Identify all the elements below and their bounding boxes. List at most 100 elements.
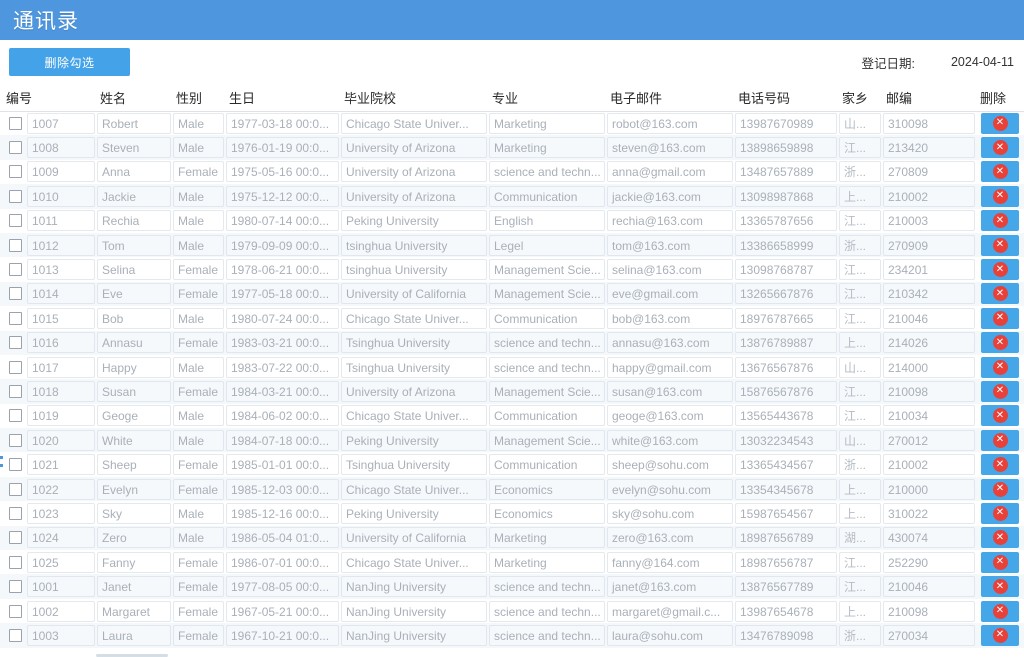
phone-field[interactable]: 13365434567 — [735, 454, 837, 476]
email-field[interactable]: jackie@163.com — [607, 185, 733, 207]
email-field[interactable]: janet@163.com — [607, 576, 733, 598]
major-field[interactable]: Communication — [489, 454, 605, 476]
row-checkbox[interactable] — [9, 189, 22, 203]
delete-checked-button[interactable]: 删除勾选 — [9, 48, 130, 76]
hometown-field[interactable]: 江... — [839, 259, 881, 281]
phone-field[interactable]: 15987654567 — [735, 502, 837, 524]
birthday-field[interactable]: 1979-09-09 00:0... — [226, 234, 339, 256]
birthday-field[interactable]: 1976-01-19 00:0... — [226, 137, 339, 159]
phone-field[interactable]: 13098768787 — [735, 259, 837, 281]
delete-row-button[interactable]: ✕ — [981, 502, 1019, 524]
row-checkbox[interactable] — [9, 336, 22, 350]
email-field[interactable]: robot@163.com — [607, 112, 733, 134]
id-field[interactable]: 1017 — [27, 356, 95, 378]
delete-row-button[interactable]: ✕ — [981, 161, 1019, 183]
gender-field[interactable]: Female — [173, 600, 224, 622]
birthday-field[interactable]: 1980-07-14 00:0... — [226, 210, 339, 232]
delete-row-button[interactable]: ✕ — [981, 137, 1019, 159]
birthday-field[interactable]: 1975-05-16 00:0... — [226, 161, 339, 183]
row-checkbox[interactable] — [9, 531, 22, 545]
row-checkbox[interactable] — [9, 238, 22, 252]
delete-row-button[interactable]: ✕ — [981, 356, 1019, 378]
gender-field[interactable]: Male — [173, 429, 224, 451]
school-field[interactable]: tsinghua University — [341, 259, 487, 281]
hometown-field[interactable]: 山... — [839, 429, 881, 451]
gender-field[interactable]: Female — [173, 161, 224, 183]
col-header-school[interactable]: 毕业院校 — [340, 84, 488, 112]
email-field[interactable]: sky@sohu.com — [607, 502, 733, 524]
birthday-field[interactable]: 1983-07-22 00:0... — [226, 356, 339, 378]
hometown-field[interactable]: 上... — [839, 332, 881, 354]
birthday-field[interactable]: 1984-03-21 00:0... — [226, 380, 339, 402]
email-field[interactable]: fanny@164.com — [607, 551, 733, 573]
hometown-field[interactable]: 江... — [839, 307, 881, 329]
major-field[interactable]: Communication — [489, 405, 605, 427]
gender-field[interactable]: Male — [173, 405, 224, 427]
name-field[interactable]: Annasu — [97, 332, 171, 354]
id-field[interactable]: 1018 — [27, 380, 95, 402]
major-field[interactable]: science and techn... — [489, 624, 605, 646]
phone-field[interactable]: 13987670989 — [735, 112, 837, 134]
gender-field[interactable]: Male — [173, 356, 224, 378]
name-field[interactable]: Eve — [97, 283, 171, 305]
email-field[interactable]: geoge@163.com — [607, 405, 733, 427]
email-field[interactable]: sheep@sohu.com — [607, 454, 733, 476]
zip-field[interactable]: 210342 — [883, 283, 975, 305]
birthday-field[interactable]: 1985-12-03 00:0... — [226, 478, 339, 500]
school-field[interactable]: Chicago State Univer... — [341, 307, 487, 329]
gender-field[interactable]: Male — [173, 234, 224, 256]
email-field[interactable]: happy@gmail.com — [607, 356, 733, 378]
zip-field[interactable]: 210046 — [883, 576, 975, 598]
zip-field[interactable]: 252290 — [883, 551, 975, 573]
email-field[interactable]: margaret@gmail.c... — [607, 600, 733, 622]
delete-row-button[interactable]: ✕ — [981, 259, 1019, 281]
col-header-hometown[interactable]: 家乡 — [838, 84, 882, 112]
major-field[interactable]: Management Scie... — [489, 429, 605, 451]
gender-field[interactable]: Female — [173, 259, 224, 281]
delete-row-button[interactable]: ✕ — [981, 527, 1019, 549]
zip-field[interactable]: 430074 — [883, 527, 975, 549]
hometown-field[interactable]: 山... — [839, 356, 881, 378]
gender-field[interactable]: Male — [173, 210, 224, 232]
birthday-field[interactable]: 1980-07-24 00:0... — [226, 307, 339, 329]
delete-row-button[interactable]: ✕ — [981, 210, 1019, 232]
name-field[interactable]: Sheep — [97, 454, 171, 476]
delete-row-button[interactable]: ✕ — [981, 283, 1019, 305]
row-checkbox[interactable] — [9, 384, 22, 398]
birthday-field[interactable]: 1977-05-18 00:0... — [226, 283, 339, 305]
major-field[interactable]: Management Scie... — [489, 259, 605, 281]
phone-field[interactable]: 13898659898 — [735, 137, 837, 159]
id-field[interactable]: 1002 — [27, 600, 95, 622]
major-field[interactable]: Marketing — [489, 527, 605, 549]
id-field[interactable]: 1022 — [27, 478, 95, 500]
hometown-field[interactable]: 江... — [839, 405, 881, 427]
gender-field[interactable]: Female — [173, 332, 224, 354]
email-field[interactable]: zero@163.com — [607, 527, 733, 549]
major-field[interactable]: Marketing — [489, 137, 605, 159]
gender-field[interactable]: Female — [173, 454, 224, 476]
email-field[interactable]: bob@163.com — [607, 307, 733, 329]
col-header-id[interactable]: 编号 — [0, 84, 96, 112]
name-field[interactable]: Fanny — [97, 551, 171, 573]
delete-row-button[interactable]: ✕ — [981, 380, 1019, 402]
hometown-field[interactable]: 浙... — [839, 234, 881, 256]
birthday-field[interactable]: 1985-12-16 00:0... — [226, 502, 339, 524]
delete-row-button[interactable]: ✕ — [981, 600, 1019, 622]
birthday-field[interactable]: 1977-03-18 00:0... — [226, 112, 339, 134]
school-field[interactable]: tsinghua University — [341, 234, 487, 256]
row-checkbox[interactable] — [9, 311, 22, 325]
name-field[interactable]: Geoge — [97, 405, 171, 427]
delete-row-button[interactable]: ✕ — [981, 405, 1019, 427]
name-field[interactable]: Zero — [97, 527, 171, 549]
hometown-field[interactable]: 江... — [839, 576, 881, 598]
school-field[interactable]: Peking University — [341, 210, 487, 232]
delete-row-button[interactable]: ✕ — [981, 551, 1019, 573]
id-field[interactable]: 1007 — [27, 112, 95, 134]
birthday-field[interactable]: 1978-06-21 00:0... — [226, 259, 339, 281]
row-checkbox[interactable] — [9, 214, 22, 228]
name-field[interactable]: Anna — [97, 161, 171, 183]
zip-field[interactable]: 310022 — [883, 502, 975, 524]
delete-row-button[interactable]: ✕ — [981, 307, 1019, 329]
birthday-field[interactable]: 1986-05-04 01:0... — [226, 527, 339, 549]
phone-field[interactable]: 13032234543 — [735, 429, 837, 451]
